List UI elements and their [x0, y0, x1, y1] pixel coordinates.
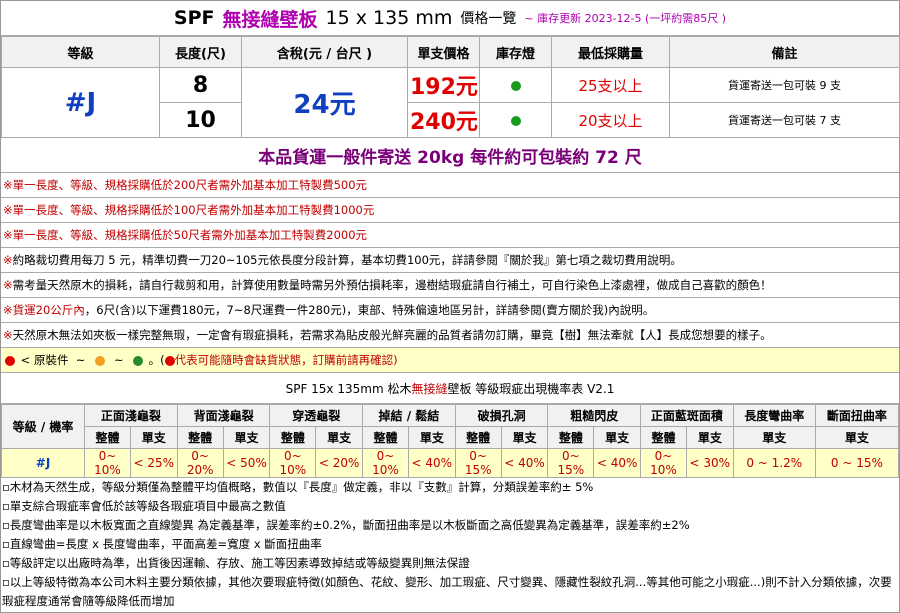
note-item: ※需考量天然原木的損耗，請自行裁剪和用，計算使用數量時需另外預估損耗率，邊樹結瑕…	[1, 273, 899, 298]
red-dot-icon	[164, 355, 175, 366]
stock-cell	[479, 102, 552, 138]
title-suffix: 價格一覽	[460, 11, 517, 27]
stock-light-icon	[510, 80, 521, 91]
length-cell: 8	[159, 67, 242, 103]
footnote-item: ▫等級評定以出廠時為準，出貨後因運輸、存放、施工等因素導致掉結或等級變異則無法保…	[2, 556, 470, 570]
orange-dot-icon	[94, 355, 105, 366]
defect-group: 破損孔洞	[454, 404, 549, 427]
note-item: ※約略裁切費用每刀 5 元，精準切費一刀20~105元依長度分段計算，基本切費1…	[1, 248, 899, 273]
stock-legend: < 原裝件 ~ ~ 。(代表可能隨時會缺貨狀態，訂購前請再確認)	[1, 348, 899, 373]
defect-group: 穿透龜裂	[269, 404, 364, 427]
title-product: 無接縫壁板	[222, 8, 318, 31]
title-update: ~ 庫存更新 2023-12-5 (一坪約需85尺 )	[524, 12, 727, 25]
defect-group: 粗糙閃皮	[547, 404, 642, 427]
price-table-header: 等級 長度(尺) 含稅(元 / 台尺 ) 單支價格 庫存燈 最低採購量 備註	[1, 36, 900, 68]
note-item: ※天然原木無法如夾板一樣完整無瑕，一定會有瑕疵損耗，若需求為貼皮般光鮮亮麗的品質…	[1, 323, 899, 348]
defect-table-title: SPF 15x 135mm 松木 無接縫 壁板 等級瑕疵出現機率表 V2.1	[1, 373, 899, 404]
unit-price-cell: 240元	[407, 102, 480, 138]
legend-warning: 代表可能隨時會缺貨狀態，訂購前請再確認)	[174, 353, 398, 367]
header-grade: 等級	[1, 36, 160, 68]
footnote-item: ▫以上等級特徵為本公司木料主要分類依據，其他次要瑕疵特徵(如顏色、花紋、變形、加…	[2, 575, 892, 608]
price-per-ft-cell: 24元	[241, 67, 408, 138]
page-title: SPF 無接縫壁板 15 x 135 mm 價格一覽 ~ 庫存更新 2023-1…	[1, 1, 899, 36]
title-spec: 15 x 135 mm	[325, 7, 453, 29]
defect-subheader-row: 整體 單支 整體 單支 整體 單支 整體 單支 整體 單支 整體 單支 整體 單支 單支 單支	[2, 426, 900, 449]
defect-group: 長度彎曲率	[732, 404, 816, 427]
title-brand: SPF	[173, 7, 215, 29]
min-buy-cell: 20支以上	[551, 102, 670, 138]
min-buy-cell: 25支以上	[551, 67, 670, 103]
header-note: 備註	[669, 36, 900, 68]
header-length: 長度(尺)	[159, 36, 242, 68]
defect-corner: 等級 / 機率	[0, 404, 86, 449]
page: SPF 無接縫壁板 15 x 135 mm 價格一覽 ~ 庫存更新 2023-1…	[0, 0, 900, 613]
price-table: 等級 長度(尺) 含稅(元 / 台尺 ) 單支價格 庫存燈 最低採購量 備註 #…	[1, 36, 900, 138]
note-item: ※貨運20公斤內，6尺(含)以下運費180元，7~8尺運費一件280元)，東部、…	[1, 298, 899, 323]
table-row: #J 8 24元 192元 25支以上 貨運寄送一包可裝 9 支	[1, 67, 900, 138]
note-item: ※單一長度、等級、規格採購低於50尺者需外加基本加工特製費2000元	[1, 223, 899, 248]
defect-table: 等級 / 機率 正面淺龜裂 背面淺龜裂 穿透龜裂 掉結 / 鬆結 破損孔洞 粗糙…	[0, 404, 900, 478]
note-cell: 貨運寄送一包可裝 9 支	[669, 67, 900, 103]
legend-label: < 原裝件	[20, 353, 69, 367]
notes-list: ※單一長度、等級、規格採購低於200尺者需外加基本加工特製費500元 ※單一長度…	[1, 173, 899, 373]
green-dot-icon	[132, 355, 143, 366]
defect-group: 正面淺龜裂	[84, 404, 178, 427]
header-stock: 庫存燈	[479, 36, 552, 68]
footnote-item: ▫木材為天然生成，等級分類僅為整體平均值概略，數值以『長度』做定義，非以『支數』…	[2, 480, 594, 494]
grade-cell: #J	[1, 67, 160, 138]
footnote-item: ▫長度彎曲率是以木板寬面之直線變異 為定義基準，誤差率約±0.2%，斷面扭曲率是…	[2, 518, 690, 532]
footnotes: ▫木材為天然生成，等級分類僅為整體平均值概略，數值以『長度』做定義，非以『支數』…	[1, 478, 899, 611]
stock-cell	[479, 67, 552, 103]
note-item: ※單一長度、等級、規格採購低於100尺者需外加基本加工特製費1000元	[1, 198, 899, 223]
header-price-per-ft: 含稅(元 / 台尺 )	[241, 36, 408, 68]
defect-grade: #J	[0, 448, 86, 478]
header-unit-price: 單支價格	[407, 36, 480, 68]
footnote-item: ▫直線彎曲=長度 x 長度彎曲率，平面高差=寬度 x 斷面扭曲率	[2, 537, 322, 551]
defect-group: 正面藍斑面積	[640, 404, 734, 427]
length-cell: 10	[159, 102, 242, 138]
footnote-item: ▫單支綜合瑕疵率會低於該等級各瑕疵項目中最高之數值	[2, 499, 286, 513]
unit-price-cell: 192元	[407, 67, 480, 103]
shipping-banner: 本品貨運一般件寄送 20kg 每件約可包裝約 72 尺	[1, 138, 899, 173]
red-dot-icon	[5, 355, 15, 366]
defect-group: 掉結 / 鬆結	[362, 404, 456, 427]
defect-group: 背面淺龜裂	[176, 404, 271, 427]
table-row: #J 0~ 10% < 25% 0~ 20% < 50% 0~ 10% < 20% 0…	[0, 448, 900, 478]
defect-header-row: 等級 / 機率 正面淺龜裂 背面淺龜裂 穿透龜裂 掉結 / 鬆結 破損孔洞 粗糙…	[0, 404, 900, 449]
note-cell: 貨運寄送一包可裝 7 支	[669, 102, 900, 138]
defect-group: 斷面扭曲率	[814, 404, 900, 427]
note-item: ※單一長度、等級、規格採購低於200尺者需外加基本加工特製費500元	[1, 173, 899, 198]
stock-light-icon	[510, 115, 521, 126]
header-min-buy: 最低採購量	[551, 36, 670, 68]
